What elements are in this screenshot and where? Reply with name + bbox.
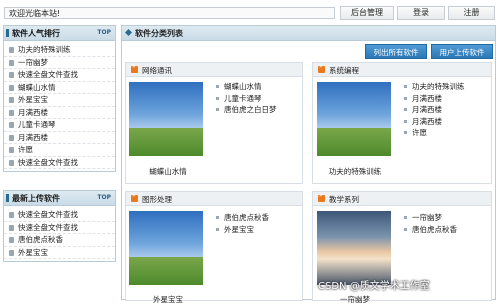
software-thumbnail[interactable] [317, 211, 391, 285]
latest-box: 最新上传软件 TOP 快速全盘文件查找 快速全盘文件查找 唐伯虎点秋香 外星宝宝 [3, 190, 116, 262]
latest-list: 快速全盘文件查找 快速全盘文件查找 唐伯虎点秋香 外星宝宝 [4, 206, 115, 261]
category-title: 软件分类列表 [135, 29, 183, 38]
panel-title: 系统编程 [329, 66, 359, 75]
panel-list: 功夫的特殊训练 月满西楼 月满西楼 月满西楼 许愿 [402, 81, 465, 139]
popular-list: 功夫的特殊训练 一帘幽梦 快速全盘文件查找 蝴蝶山水情 外星宝宝 月满西楼 儿童… [4, 41, 115, 171]
popular-header: 软件人气排行 TOP [4, 26, 115, 41]
arrow-icon [318, 63, 325, 73]
list-item[interactable]: 唐伯虎之白日梦 [214, 104, 277, 116]
list-item[interactable]: 月满西楼 [4, 132, 115, 144]
list-item[interactable]: 蝴蝶山水情 [214, 81, 277, 93]
list-item[interactable]: 许愿 [402, 127, 465, 139]
software-thumbnail[interactable] [317, 82, 391, 156]
panel-title: 教学系列 [329, 195, 359, 204]
software-thumbnail[interactable] [129, 211, 203, 285]
list-item[interactable]: 功夫的特殊训练 [4, 44, 115, 57]
list-item[interactable]: 外星宝宝 [214, 224, 269, 236]
category-section: 软件分类列表 列出所有软件 用户上传软件 网络通讯 蝴蝶山水情 蝴蝶山水情 儿童… [121, 25, 496, 304]
category-panel: 系统编程 功夫的特殊训练 功夫的特殊训练 月满西楼 月满西楼 月满西楼 许愿 [312, 62, 492, 184]
list-item[interactable]: 月满西楼 [402, 93, 465, 105]
list-item[interactable]: 月满西楼 [4, 107, 115, 119]
popular-box: 软件人气排行 TOP 功夫的特殊训练 一帘幽梦 快速全盘文件查找 蝴蝶山水情 外… [3, 25, 116, 172]
list-item[interactable]: 快速全盘文件查找 [4, 209, 115, 222]
top-badge: TOP [97, 29, 111, 36]
top-badge: TOP [97, 194, 111, 201]
latest-title: 最新上传软件 [12, 194, 60, 203]
arrow-icon [131, 192, 138, 202]
list-item[interactable]: 儿童卡通琴 [4, 119, 115, 132]
header-bar-icon [6, 194, 9, 202]
left-column: 软件人气排行 TOP 功夫的特殊训练 一帘幽梦 快速全盘文件查找 蝴蝶山水情 外… [3, 25, 116, 268]
panel-title: 图形处理 [142, 195, 172, 204]
panel-header: 系统编程 [313, 63, 491, 77]
panel-list: 唐伯虎点秋香 外星宝宝 [214, 212, 269, 235]
category-panel: 图形处理 外星宝宝 唐伯虎点秋香 外星宝宝 [125, 191, 303, 304]
thumbnail-caption[interactable]: 功夫的特殊训练 [313, 166, 397, 177]
panel-list: 一帘幽梦 唐伯虎点秋香 [402, 212, 457, 235]
register-button[interactable]: 注册 [448, 6, 495, 20]
list-item[interactable]: 许愿 [4, 144, 115, 157]
list-item[interactable]: 外星宝宝 [4, 247, 115, 259]
upload-button[interactable]: 用户上传软件 [431, 44, 493, 59]
panel-header: 图形处理 [126, 192, 302, 206]
list-item[interactable]: 月满西楼 [402, 116, 465, 128]
list-item[interactable]: 蝴蝶山水情 [4, 82, 115, 94]
panel-header: 教学系列 [313, 192, 491, 206]
list-item[interactable]: 儿童卡通琴 [214, 93, 277, 105]
list-item[interactable]: 快速全盘文件查找 [4, 222, 115, 234]
panel-title: 网络通讯 [142, 66, 172, 75]
panel-list: 蝴蝶山水情 儿童卡通琴 唐伯虎之白日梦 [214, 81, 277, 116]
admin-button[interactable]: 后台管理 [340, 6, 394, 20]
software-thumbnail[interactable] [129, 82, 203, 156]
popular-title: 软件人气排行 [12, 29, 60, 38]
list-item[interactable]: 快速全盘文件查找 [4, 157, 115, 169]
category-panel: 网络通讯 蝴蝶山水情 蝴蝶山水情 儿童卡通琴 唐伯虎之白日梦 [125, 62, 303, 184]
welcome-text: 欢迎光临本站! [4, 7, 335, 19]
watermark: CSDN @质文学术工作室 [318, 281, 430, 292]
list-item[interactable]: 唐伯虎点秋香 [214, 212, 269, 224]
list-item[interactable]: 一帘幽梦 [4, 57, 115, 69]
thumbnail-caption[interactable]: 蝴蝶山水情 [126, 166, 210, 177]
list-item[interactable]: 月满西楼 [402, 104, 465, 116]
list-item[interactable]: 一帘幽梦 [402, 212, 457, 224]
list-item[interactable]: 功夫的特殊训练 [402, 81, 465, 93]
top-bar: 欢迎光临本站! 后台管理 登录 注册 [0, 4, 499, 22]
list-item[interactable]: 快速全盘文件查找 [4, 69, 115, 82]
category-header: 软件分类列表 [122, 26, 495, 41]
login-button[interactable]: 登录 [397, 6, 445, 20]
list-item[interactable]: 唐伯虎点秋香 [402, 224, 457, 236]
arrow-icon [131, 63, 138, 73]
arrow-icon [318, 192, 325, 202]
latest-header: 最新上传软件 TOP [4, 191, 115, 206]
diamond-icon [125, 29, 132, 36]
header-bar-icon [6, 29, 9, 37]
list-item[interactable]: 外星宝宝 [4, 94, 115, 107]
panel-header: 网络通讯 [126, 63, 302, 77]
list-all-button[interactable]: 列出所有软件 [365, 44, 427, 59]
list-item[interactable]: 唐伯虎点秋香 [4, 234, 115, 247]
